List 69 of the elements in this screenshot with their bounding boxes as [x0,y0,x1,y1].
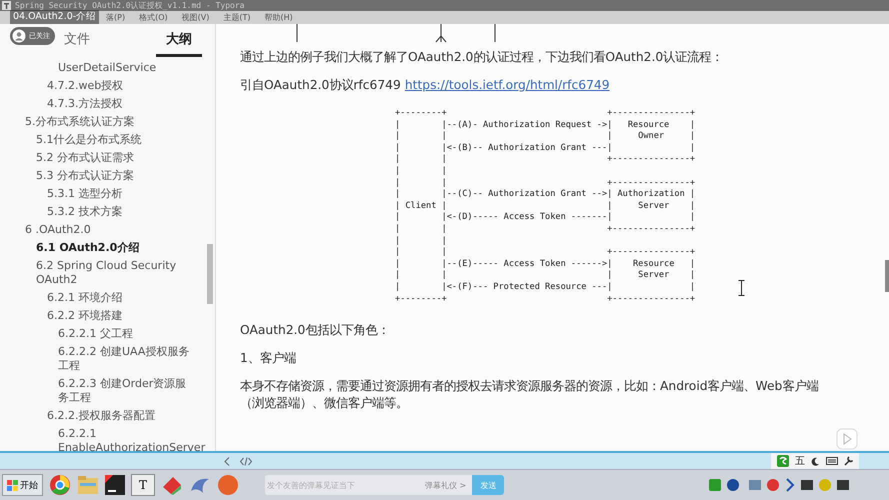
link[interactable]: https://tools.ietf.org/html/rfc6749 [404,77,610,94]
outline-item[interactable]: 6.2.2.1 EnableAuthorizationServer [0,425,215,457]
sidebar-tab[interactable]: 大纲 [156,26,202,57]
diagram-line: | | [395,236,447,247]
diagram-line: | |--(A)- Authorization Request ->| Resource | [395,120,696,131]
keyboard-icon[interactable] [826,457,838,465]
diagram-line: | | +---------------+ [395,178,696,189]
outline-item[interactable]: 6.2.2.授权服务器配置 [0,407,215,425]
diagram-line: | |<-(B)-- Authorization Grant ---| | [395,142,696,154]
menu-item[interactable]: 视图(V) [182,12,210,22]
video-title: 04.OAuth2.0-介绍 [10,10,100,24]
paragraph-text: 本身不存储资源，需要通过资源拥有者的授权去请求资源服务器的资源，比如：Android客户端、Web客户端（浏览器端）、微信客户端等。 [240,378,820,412]
outline-item[interactable]: 4.7.2.web授权 [0,77,215,95]
outline-item[interactable]: 6.2.2.1 父工程 [0,325,215,343]
text-cursor-icon[interactable] [738,280,745,296]
menu-item[interactable]: 落(P) [106,12,126,22]
diagram-line: | |--(C)-- Authorization Grant -->| Authorization | [395,189,696,201]
outline-item[interactable]: 4.7.3.方法授权 [0,95,215,113]
diagram-line: | Client | | Server | [395,200,696,212]
outline-item[interactable]: 6.1 OAuth2.0介绍 [0,239,215,257]
outline-item[interactable]: 6.2.2.3 创建Order资源服务工程 [0,375,215,407]
gem-icon[interactable] [161,475,183,495]
scrollbar-thumb[interactable] [885,260,889,292]
diagram-line: | | | Owner | [395,131,696,143]
diagram-line: | | [395,166,447,178]
menu-item[interactable]: 主题(T) [223,12,250,22]
ime-toolbar[interactable]: 五 [771,453,859,469]
browser-icon[interactable] [49,474,71,496]
start-button[interactable]: 开始 [2,474,43,496]
outline-item[interactable]: 6.2.2.2 创建UAA授权服务工程 [0,343,215,375]
outline-item[interactable]: 5.分布式系统认证方案 [0,113,215,131]
paragraph-text: 通过上边的例子我们大概了解了OAauth2.0的认证过程，下边我们看OAuth2.0认证流程： [240,49,724,66]
diagram-line: | | | Server | [395,270,696,282]
diagram-line: | |<-(D)----- Access Token -------| | [395,212,696,224]
ide-icon[interactable] [105,475,125,495]
diagram-line: | | +---------------+ [395,224,696,236]
outline-item[interactable]: 6 .OAuth2.0 [0,221,215,239]
outline-item[interactable]: 5.3.2 技术方案 [0,203,215,221]
outline-item[interactable]: 5.3.1 选型分析 [0,185,215,203]
outline-item[interactable]: 6.2.2 环境搭建 [0,307,215,325]
scrollbar-thumb[interactable] [207,244,213,304]
windows-logo-icon[interactable] [7,480,18,490]
outline-item[interactable]: 6.2.1 环境介绍 [0,289,215,307]
chevron-left-icon[interactable] [224,456,230,466]
avatar-icon[interactable] [12,29,26,43]
moon-icon[interactable] [811,456,820,466]
diagram-line: +--------+ +---------------+ [395,108,696,120]
app-icon[interactable] [2,1,11,10]
outline-item[interactable]: 5.1什么是分布式系统 [0,131,215,149]
sidebar-tab[interactable]: 文件 [54,26,100,57]
paragraph-text: 1、客户端 [240,350,297,368]
diagram-line: +--------+ +---------------+ [395,294,696,306]
menu-item[interactable]: 格式(O) [139,12,168,22]
outline-item[interactable]: 5.2 分布式认证需求 [0,149,215,167]
code-icon[interactable] [240,456,252,466]
input-method-icon[interactable] [777,455,789,467]
outline-item[interactable]: 6.2 Spring Cloud Security OAuth2 [0,257,215,289]
paragraph-text: 引自OAauth2.0协议rfc6749 [240,77,401,94]
outline-item[interactable]: 5.3 分布式认证方案 [0,167,215,185]
diagram-line: | | +---------------+ [395,154,696,166]
diagram-line: | |<-(F)--- Protected Resource ---| | [395,282,696,294]
paragraph-text: OAauth2.0包括以下角色： [240,322,390,340]
diagram-line: | |--(E)----- Access Token ------>| Resource | [395,258,696,270]
app-button[interactable]: T [131,474,155,496]
window-title: Spring Security OAuth2.0认证授权_v1.1.md - Typora [15,0,244,10]
menu-item[interactable]: 帮助(H) [264,12,293,22]
wrench-icon[interactable] [844,456,853,466]
diagram-line: | | +---------------+ [395,247,696,259]
outline-item[interactable]: UserDetailService [0,59,215,77]
